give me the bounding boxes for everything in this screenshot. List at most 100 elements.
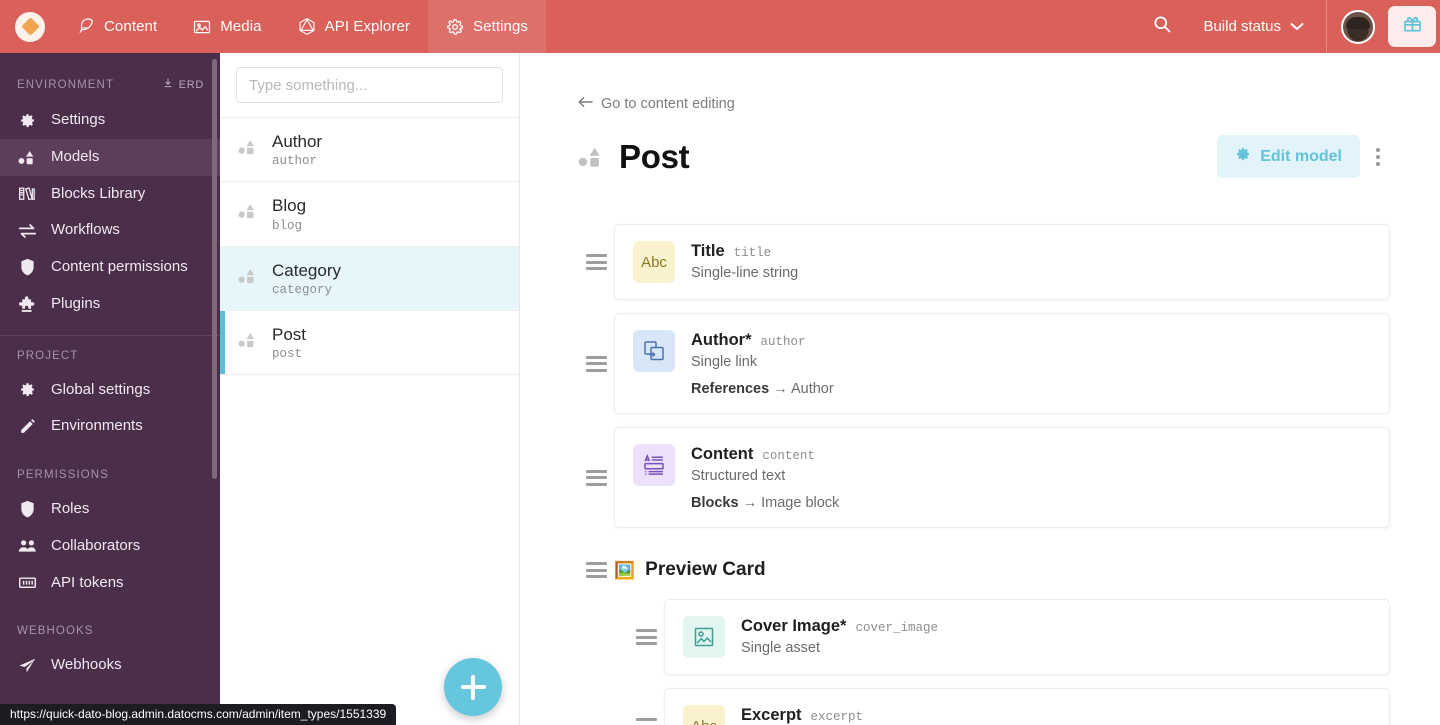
exchange-icon bbox=[17, 223, 37, 239]
sidebar-item-environments[interactable]: Environments bbox=[0, 408, 220, 445]
search-icon bbox=[1152, 14, 1172, 39]
back-to-content-editing-link[interactable]: Go to content editing bbox=[578, 96, 735, 112]
drag-handle[interactable] bbox=[578, 254, 614, 270]
sidebar-item-webhooks[interactable]: Webhooks bbox=[0, 647, 220, 684]
field-row-cover-image: Cover Image* cover_image Single asset bbox=[628, 599, 1390, 675]
edit-model-label: Edit model bbox=[1260, 147, 1342, 165]
nav-label-media: Media bbox=[220, 18, 262, 35]
abc-icon-label: Abc bbox=[641, 253, 667, 271]
app-root: Content Media API Explorer Settings Buil… bbox=[0, 0, 1440, 725]
field-relation-label: References bbox=[691, 381, 770, 397]
sidebar-item-global-settings[interactable]: Global settings bbox=[0, 372, 220, 409]
search-button[interactable] bbox=[1135, 14, 1189, 39]
sidebar-group-permissions: PERMISSIONS bbox=[0, 459, 220, 491]
paper-plane-icon bbox=[17, 657, 37, 674]
sidebar-item-api-tokens[interactable]: API tokens bbox=[0, 565, 220, 602]
field-type: Single link bbox=[691, 354, 758, 370]
gear-icon bbox=[17, 112, 37, 129]
avatar[interactable] bbox=[1340, 9, 1375, 44]
sidebar-item-content-permissions[interactable]: Content permissions bbox=[0, 249, 220, 286]
model-api-key: post bbox=[272, 347, 303, 361]
model-list-item-category[interactable]: Category category bbox=[220, 245, 519, 310]
sidebar-label-collaborators: Collaborators bbox=[51, 536, 141, 554]
sidebar-label-content-permissions: Content permissions bbox=[51, 258, 188, 275]
models-icon bbox=[578, 146, 605, 168]
sidebar-item-collaborators[interactable]: Collaborators bbox=[0, 528, 220, 565]
page-header-actions: Edit model bbox=[1217, 135, 1390, 178]
field-name: Author* bbox=[691, 331, 752, 349]
sidebar-item-workflows[interactable]: Workflows bbox=[0, 212, 220, 249]
models-list-panel: Author author Blog blog Category bbox=[220, 53, 520, 725]
sidebar-group-title-environment: ENVIRONMENT bbox=[17, 78, 115, 91]
sidebar-scrollbar[interactable] bbox=[212, 59, 217, 479]
field-card-author[interactable]: Author* author Single link References → … bbox=[614, 313, 1390, 414]
gift-button[interactable] bbox=[1388, 6, 1436, 47]
model-api-key: author bbox=[272, 154, 318, 169]
field-relation: References → Author bbox=[691, 381, 834, 397]
nav-label-content: Content bbox=[104, 18, 158, 35]
models-list-end-divider bbox=[220, 374, 519, 375]
field-api-key: excerpt bbox=[810, 710, 864, 724]
field-card-title[interactable]: Abc Title title Single-line string bbox=[614, 224, 1390, 300]
sidebar-item-blocks-library[interactable]: Blocks Library bbox=[0, 176, 220, 213]
drag-handle[interactable] bbox=[578, 562, 614, 578]
nav-label-settings: Settings bbox=[473, 18, 529, 35]
fieldset-fields-preview-card: Cover Image* cover_image Single asset Ex… bbox=[578, 599, 1390, 725]
model-list-item-author[interactable]: Author author bbox=[220, 117, 519, 181]
drag-handle[interactable] bbox=[578, 355, 614, 372]
sidebar-group-project: PROJECT bbox=[0, 340, 220, 372]
models-icon bbox=[238, 268, 258, 289]
field-card-cover-image[interactable]: Cover Image* cover_image Single asset bbox=[664, 599, 1390, 675]
add-model-button[interactable] bbox=[444, 658, 502, 716]
link-icon bbox=[633, 330, 675, 372]
build-status-dropdown[interactable]: Build status bbox=[1189, 0, 1326, 53]
fieldset-title: Preview Card bbox=[645, 559, 766, 580]
field-api-key: cover_image bbox=[855, 621, 938, 635]
image-asset-icon bbox=[683, 616, 725, 658]
settings-sidebar: ENVIRONMENT ERD Settings Models Blocks L… bbox=[0, 53, 220, 725]
gear-icon bbox=[17, 381, 37, 398]
field-card-content[interactable]: Content content Structured text Blocks →… bbox=[614, 427, 1390, 528]
page-header: Post Edit model bbox=[578, 135, 1390, 178]
field-name: Content bbox=[691, 445, 754, 463]
field-card-excerpt[interactable]: Abc Excerpt excerpt bbox=[664, 688, 1390, 725]
build-status-label: Build status bbox=[1203, 18, 1281, 35]
drag-handle[interactable] bbox=[628, 629, 664, 645]
feather-icon bbox=[78, 18, 95, 35]
sidebar-item-roles[interactable]: Roles bbox=[0, 491, 220, 528]
search-input[interactable] bbox=[236, 67, 503, 103]
nav-item-api-explorer[interactable]: API Explorer bbox=[280, 0, 428, 53]
datocms-logo[interactable] bbox=[0, 0, 60, 53]
structured-text-icon bbox=[633, 444, 675, 486]
drag-handle[interactable] bbox=[628, 718, 664, 725]
field-relation-target: Image block bbox=[761, 495, 840, 511]
fieldset-title-group: 🖼️ Preview Card bbox=[614, 559, 766, 581]
nav-item-settings[interactable]: Settings bbox=[428, 0, 547, 53]
drag-handle[interactable] bbox=[578, 469, 614, 486]
sidebar-label-webhooks: Webhooks bbox=[51, 656, 122, 674]
nav-item-content[interactable]: Content bbox=[60, 0, 175, 53]
field-row-title: Abc Title title Single-line string bbox=[578, 224, 1390, 300]
erd-label: ERD bbox=[178, 78, 204, 91]
sidebar-label-models: Models bbox=[51, 147, 100, 165]
shield-icon bbox=[17, 500, 37, 518]
sidebar-group-webhooks: WEBHOOKS bbox=[0, 615, 220, 647]
models-icon bbox=[17, 150, 37, 165]
edit-model-button[interactable]: Edit model bbox=[1217, 135, 1360, 178]
sidebar-label-blocks-library: Blocks Library bbox=[51, 184, 146, 202]
sidebar-item-settings[interactable]: Settings bbox=[0, 102, 220, 139]
model-list-item-blog[interactable]: Blog blog bbox=[220, 181, 519, 245]
sidebar-item-plugins[interactable]: Plugins bbox=[0, 286, 220, 323]
erd-download-button[interactable]: ERD bbox=[162, 77, 204, 92]
field-name: Title bbox=[691, 242, 725, 260]
model-name: Post bbox=[272, 324, 307, 344]
field-type: Single-line string bbox=[691, 265, 799, 281]
nav-item-media[interactable]: Media bbox=[175, 0, 279, 53]
kebab-menu-icon[interactable] bbox=[1366, 142, 1390, 172]
sidebar-item-models[interactable]: Models bbox=[0, 138, 220, 176]
main-nav: Content Media API Explorer Settings bbox=[60, 0, 547, 53]
model-list-item-post[interactable]: Post post bbox=[220, 309, 519, 375]
model-api-key: blog bbox=[272, 218, 303, 233]
field-relation-target: Author bbox=[790, 381, 834, 397]
